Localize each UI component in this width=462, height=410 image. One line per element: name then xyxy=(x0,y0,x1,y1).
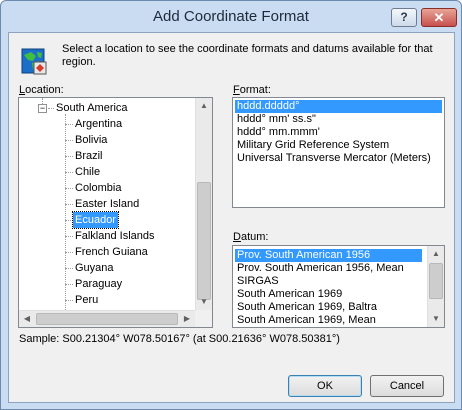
tree-horizontal-scrollbar[interactable]: ◀ ▶ xyxy=(19,310,195,327)
cancel-button[interactable]: Cancel xyxy=(370,375,444,397)
scrollbar-corner xyxy=(195,310,212,327)
tree-item-argentina[interactable]: Argentina xyxy=(75,116,122,132)
datum-item-sa-1969[interactable]: South American 1969 xyxy=(235,288,342,301)
tree-item-brazil[interactable]: Brazil xyxy=(75,148,103,164)
help-button[interactable]: ? xyxy=(391,8,417,27)
datum-item-prov-sa-1956-selected[interactable]: Prov. South American 1956 xyxy=(235,249,422,262)
format-list[interactable]: hddd.ddddd° hddd° mm' ss.s" hddd° mm.mmm… xyxy=(232,97,445,208)
arrow-left-icon[interactable]: ◀ xyxy=(19,311,35,327)
close-button[interactable]: ✕ xyxy=(421,8,457,27)
datum-label: Datum: xyxy=(233,231,269,243)
collapse-icon[interactable]: − xyxy=(38,104,47,113)
dialog-window: Add Coordinate Format ? ✕ Select a locat… xyxy=(0,0,462,410)
tree-vertical-scrollbar[interactable]: ▲ ▼ xyxy=(195,98,212,310)
arrow-down-icon[interactable]: ▼ xyxy=(428,311,444,327)
arrow-up-icon[interactable]: ▲ xyxy=(196,98,212,114)
sample-coordinates: Sample: S00.21304° W078.50167° (at S00.2… xyxy=(19,333,340,345)
tree-item-colombia[interactable]: Colombia xyxy=(75,180,121,196)
format-item-decimal-degrees-selected[interactable]: hddd.ddddd° xyxy=(235,100,442,113)
tree-item-peru[interactable]: Peru xyxy=(75,292,98,308)
datum-vertical-scrollbar[interactable]: ▲ ▼ xyxy=(427,246,444,327)
tree-item-chile[interactable]: Chile xyxy=(75,164,100,180)
tree-item-falkland-islands[interactable]: Falkland Islands xyxy=(75,228,155,244)
format-item-utm[interactable]: Universal Transverse Mercator (Meters) xyxy=(235,152,431,165)
tree-item-south-america[interactable]: South America xyxy=(56,100,128,116)
tree-item-paraguay[interactable]: Paraguay xyxy=(75,276,122,292)
format-item-dms[interactable]: hddd° mm' ss.s" xyxy=(235,113,316,126)
dialog-body: Select a location to see the coordinate … xyxy=(8,32,455,403)
tree-vscroll-thumb[interactable] xyxy=(197,182,211,300)
tree-item-bolivia[interactable]: Bolivia xyxy=(75,132,107,148)
tree-item-easter-island[interactable]: Easter Island xyxy=(75,196,139,212)
format-label: Format: xyxy=(233,84,271,96)
tree-item-ecuador-selected[interactable]: Ecuador xyxy=(72,211,119,229)
datum-item-sa-1969-baltra[interactable]: South American 1969, Baltra xyxy=(235,301,377,314)
datum-item-prov-sa-1956-mean[interactable]: Prov. South American 1956, Mean xyxy=(235,262,404,275)
arrow-up-icon[interactable]: ▲ xyxy=(428,246,444,262)
globe-map-icon xyxy=(21,48,47,75)
format-item-mgrs[interactable]: Military Grid Reference System xyxy=(235,139,389,152)
location-label: Location: xyxy=(19,84,64,96)
tree-item-guyana[interactable]: Guyana xyxy=(75,260,114,276)
intro-text: Select a location to see the coordinate … xyxy=(62,43,433,68)
datum-item-sirgas[interactable]: SIRGAS xyxy=(235,275,279,288)
title-bar[interactable]: Add Coordinate Format ? ✕ xyxy=(1,1,461,31)
tree-hscroll-thumb[interactable] xyxy=(36,313,178,325)
datum-item-sa-1969-mean[interactable]: South American 1969, Mean xyxy=(235,314,376,327)
arrow-right-icon[interactable]: ▶ xyxy=(179,311,195,327)
datum-vscroll-thumb[interactable] xyxy=(429,263,443,299)
arrow-down-icon[interactable]: ▼ xyxy=(196,294,212,310)
format-item-degrees-minutes[interactable]: hddd° mm.mmm' xyxy=(235,126,320,139)
tree-item-french-guiana[interactable]: French Guiana xyxy=(75,244,148,260)
location-tree[interactable]: − South America Argentina Bolivia Brazil… xyxy=(18,97,213,328)
ok-button[interactable]: OK xyxy=(288,375,362,397)
datum-list[interactable]: Prov. South American 1956 Prov. South Am… xyxy=(232,245,445,328)
